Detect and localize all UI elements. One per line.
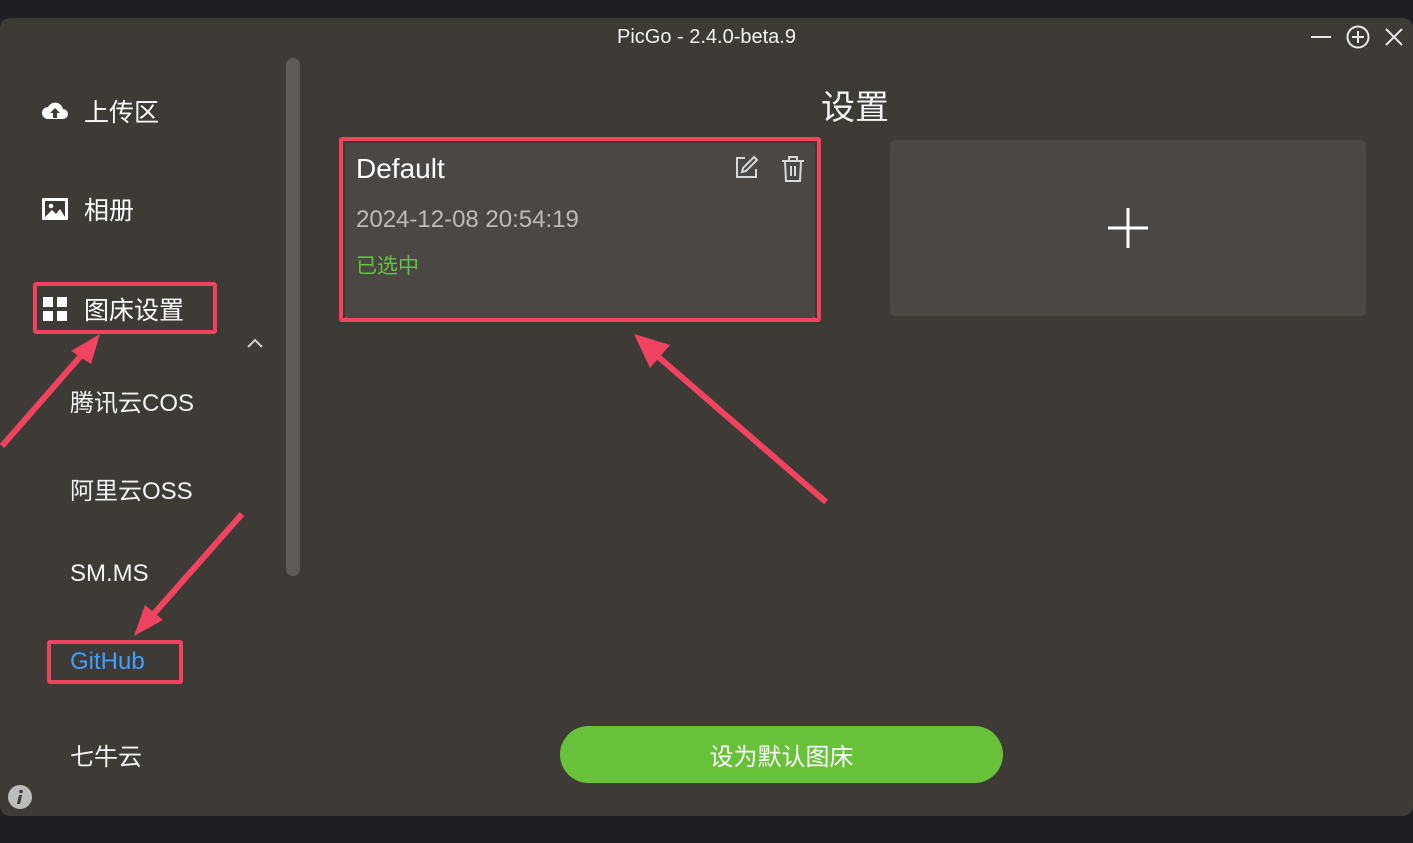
image-icon [42, 198, 68, 220]
sidebar: 上传区 相册 图床设置 腾讯云COS 阿里云OSS SM.MS GitHub 七… [0, 58, 305, 816]
maximize-icon[interactable] [1345, 24, 1371, 50]
annotation-box-github [47, 640, 183, 684]
annotation-box-picbed-settings [33, 282, 217, 334]
window-title: PicGo - 2.4.0-beta.9 [617, 26, 796, 48]
sidebar-subitem-smms[interactable]: SM.MS [70, 560, 149, 588]
sidebar-subitem-aliyun-oss[interactable]: 阿里云OSS [70, 471, 193, 506]
sidebar-scrollbar[interactable] [286, 58, 300, 576]
sidebar-item-gallery[interactable]: 相册 [40, 191, 134, 227]
sidebar-item-label: 相册 [84, 197, 135, 225]
page-title: 设置 [821, 89, 889, 127]
add-config-card[interactable] [890, 140, 1366, 316]
minimize-icon[interactable] [1308, 24, 1334, 50]
info-icon[interactable] [7, 784, 33, 810]
sidebar-subitem-qiniu[interactable]: 七牛云 [70, 737, 142, 772]
plus-icon [1108, 208, 1148, 248]
annotation-box-config-card [339, 137, 821, 322]
set-default-button[interactable]: 设为默认图床 [560, 726, 1003, 783]
close-icon[interactable] [1381, 24, 1407, 50]
title-bar: PicGo - 2.4.0-beta.9 [0, 18, 1413, 58]
sidebar-subitem-tencent-cos[interactable]: 腾讯云COS [70, 383, 194, 418]
chevron-up-icon[interactable] [244, 335, 266, 351]
